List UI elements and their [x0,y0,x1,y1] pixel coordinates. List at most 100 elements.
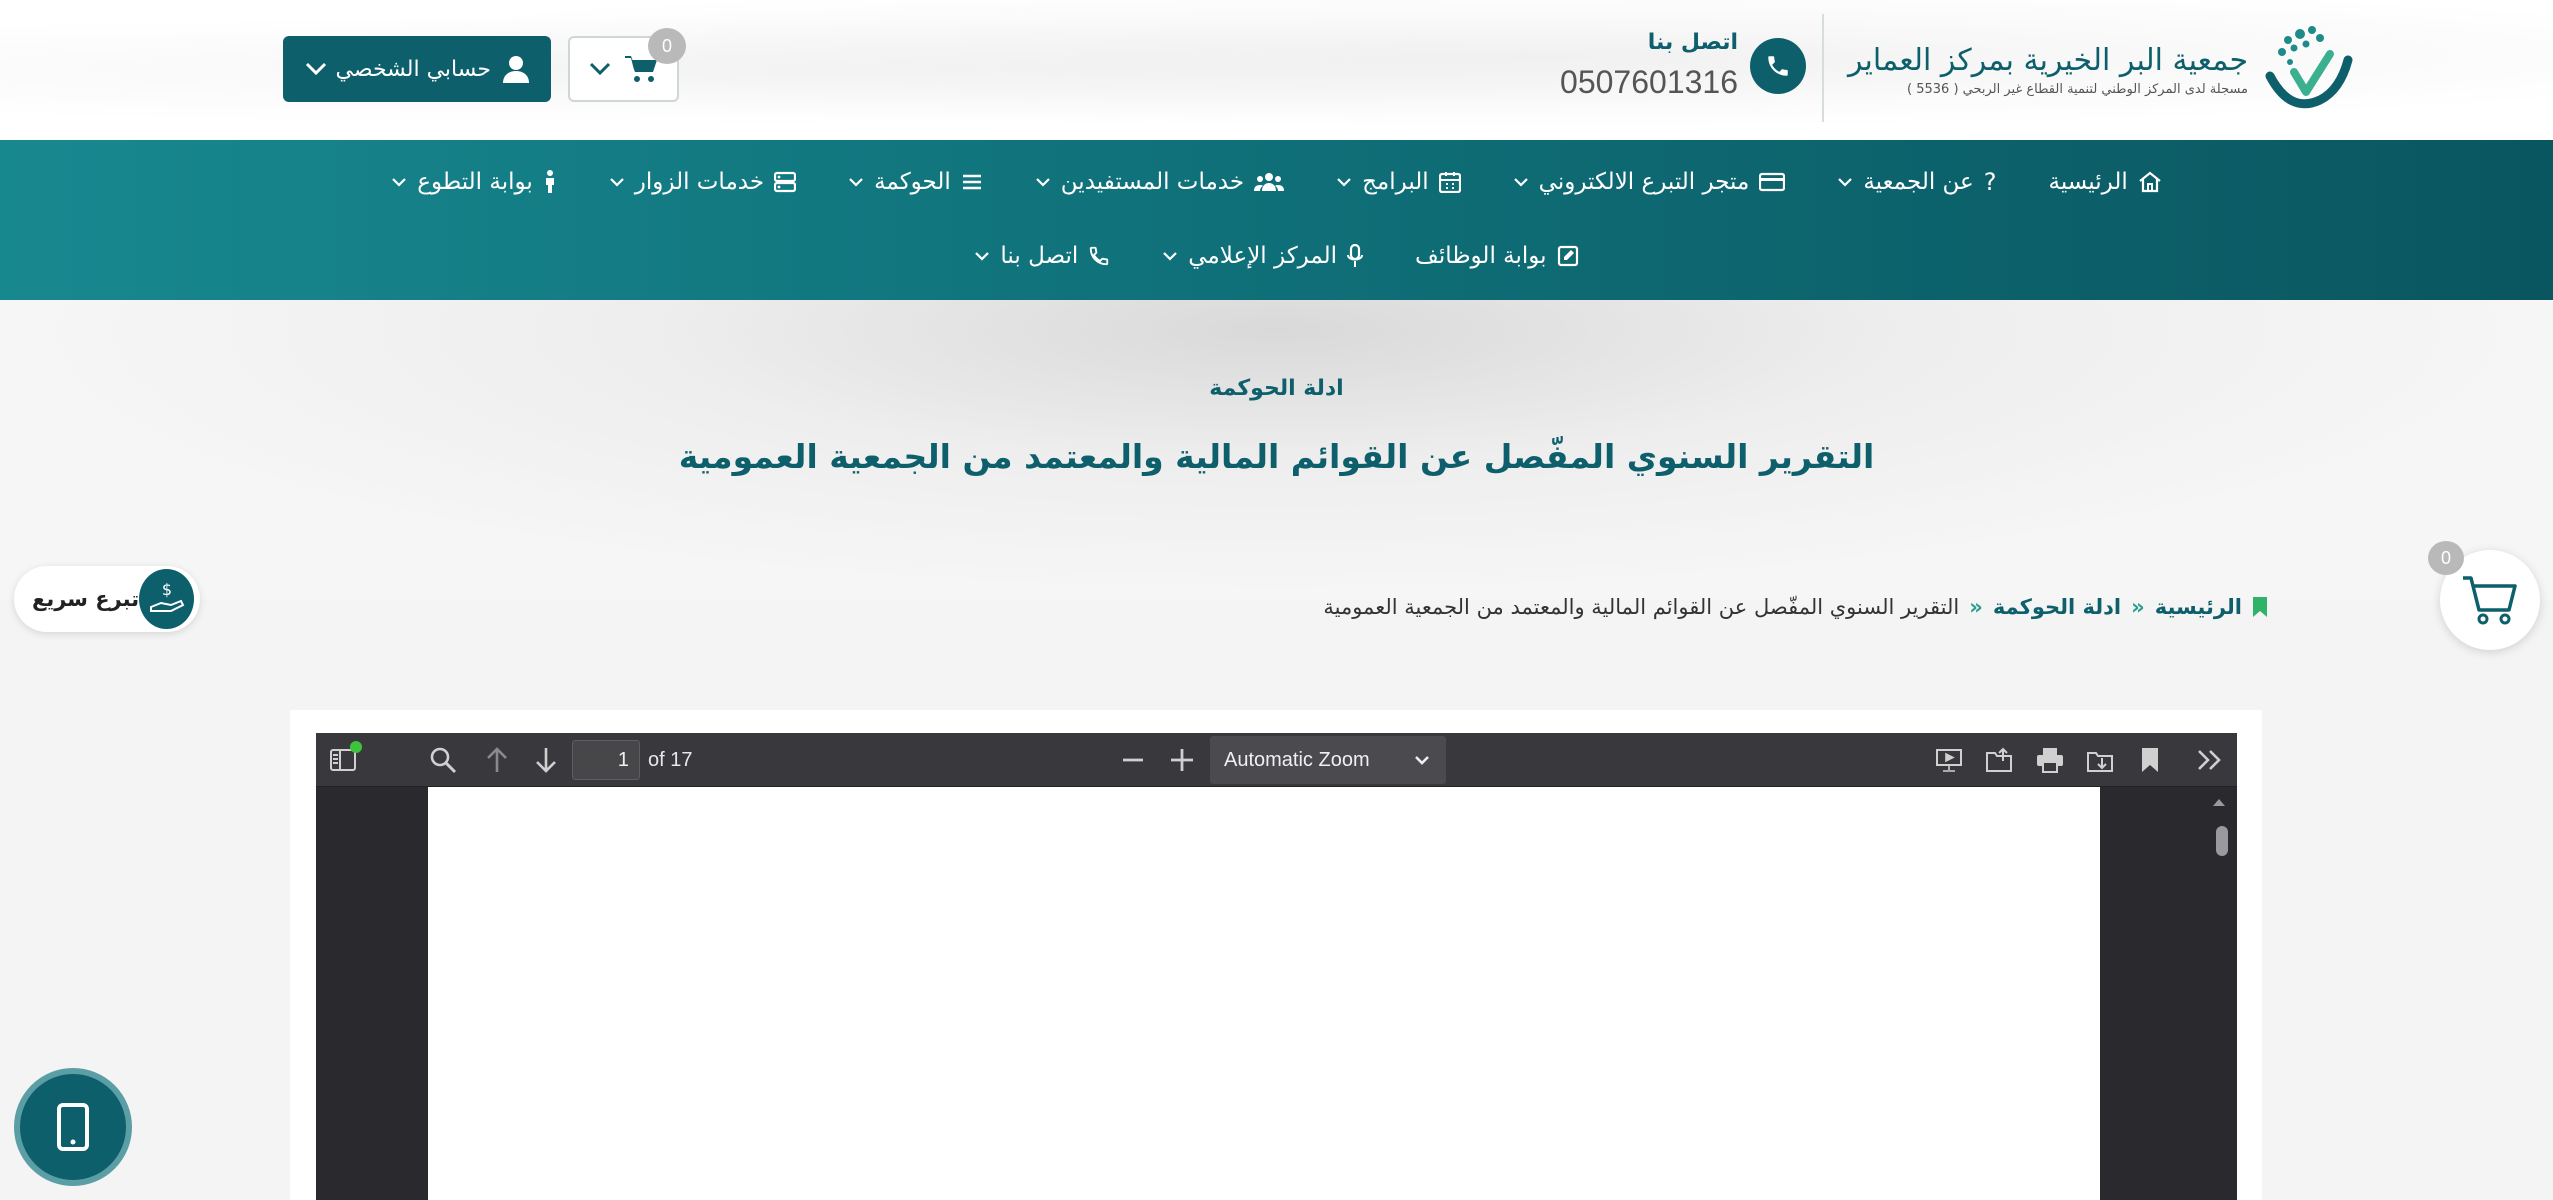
download-icon[interactable] [2085,745,2115,775]
nav-label: خدمات المستفيدين [1060,169,1245,195]
nav-label: الرئيسية [2048,169,2128,195]
zoom-out-icon[interactable] [1118,745,1148,775]
user-icon [503,56,529,83]
nav-label: متجر التبرع الالكتروني [1538,169,1750,195]
next-page-icon[interactable] [531,745,561,775]
breadcrumb-section[interactable]: ادلة الحوكمة [1993,595,2121,619]
logo-subtitle: مسجلة لدى المركز الوطني لتنمية القطاع غي… [1907,81,2249,97]
site-logo[interactable]: جمعية البر الخيرية بمركز العماير مسجلة ل… [1848,18,2353,120]
chevron-down-icon [589,62,610,76]
chevron-down-icon [305,62,327,76]
page-total: of 17 [648,749,693,771]
nav-item-beneficiary-services[interactable]: خدمات المستفيدين [1035,169,1285,195]
header-divider [1822,14,1824,122]
page-number-input[interactable]: 1 [572,740,640,780]
chevron-down-icon [1513,178,1528,187]
quick-donate-label: تبرع سريع [32,587,140,611]
nav-item-about[interactable]: ? عن الجمعية [1837,168,1997,196]
pdf-scrollbar[interactable] [2210,795,2228,1200]
chevron-down-icon [849,178,863,187]
quick-donate-button[interactable]: تبرع سريع $ [14,566,200,632]
zoom-select-value: Automatic Zoom [1224,748,1370,771]
bookmark-icon[interactable] [2135,745,2165,775]
tools-menu-icon[interactable] [2195,745,2225,775]
nav-label: البرامج [1362,169,1429,195]
print-icon[interactable] [2035,745,2065,775]
svg-text:$: $ [161,580,171,599]
home-icon [2139,171,2161,193]
calendar-icon [1438,172,1461,193]
nav-item-donation-store[interactable]: متجر التبرع الالكتروني [1513,169,1786,195]
edit-icon [1557,245,1578,267]
contact-label: اتصل بنا [1647,30,1738,55]
mic-icon [1347,244,1364,267]
pdf-page[interactable] [428,787,2100,1200]
nav-label: عن الجمعية [1863,169,1974,195]
nav-item-contact[interactable]: اتصل بنا [974,243,1110,269]
question-icon: ? [1983,168,1997,196]
server-icon [774,171,797,193]
pdf-scrollbar-thumb[interactable] [2216,826,2228,856]
users-icon [1254,173,1285,191]
nav-item-media-center[interactable]: المركز الإعلامي [1162,243,1364,269]
donate-hand-icon: $ [139,569,194,629]
scroll-up-arrow-icon [2213,799,2225,806]
list-icon [962,174,981,190]
breadcrumb: الرئيسية » ادلة الحوكمة » التقرير السنوي… [1300,590,2268,624]
nav-label: بوابة التطوع [417,169,533,195]
phone-icon [1750,38,1806,94]
page-title: التقرير السنوي المفّصل عن القوائم المالي… [678,437,1875,476]
nav-item-programs[interactable]: البرامج [1336,169,1461,195]
phone-icon [1090,246,1109,266]
bookmark-icon [2253,597,2267,617]
nav-item-jobs-portal[interactable]: بوابة الوظائف [1415,243,1579,269]
main-navigation: الرئيسية ? عن الجمعية متجر التبرع الالكت… [0,140,2553,300]
previous-page-icon[interactable] [482,745,512,775]
chevron-down-icon [1838,178,1853,187]
zoom-select[interactable]: Automatic Zoom [1210,736,1446,784]
site-header: جمعية البر الخيرية بمركز العماير مسجلة ل… [0,0,2553,140]
nav-item-governance[interactable]: الحوكمة [848,169,983,195]
contact-phone-number[interactable]: 0507601316 [1560,64,1738,101]
account-button[interactable]: حسابي الشخصي [283,36,551,102]
chevron-down-icon [610,178,624,187]
chevron-down-icon [1163,252,1178,261]
nav-label: اتصل بنا [1000,243,1079,269]
breadcrumb-current: التقرير السنوي المفّصل عن القوائم المالي… [1323,595,1960,619]
hero-subtitle: ادلة الحوكمة [1209,376,1344,401]
breadcrumb-home[interactable]: الرئيسية [2155,595,2242,619]
contact-block[interactable]: اتصل بنا 0507601316 [1555,30,1810,105]
nav-item-volunteer-portal[interactable]: بوابة التطوع [391,169,557,195]
logo-text: جمعية البر الخيرية بمركز العماير مسجلة ل… [1848,42,2248,97]
zoom-in-icon[interactable] [1167,745,1197,775]
presentation-mode-icon[interactable] [1934,745,1964,775]
mobile-phone-icon [57,1103,89,1151]
nav-label: المركز الإعلامي [1188,243,1338,269]
search-icon[interactable] [428,745,458,775]
nav-row-2: بوابة الوظائف المركز الإعلامي اتصل بنا [0,226,2553,286]
cart-icon [2463,576,2517,625]
open-file-icon[interactable] [1984,745,2014,775]
logo-title: جمعية البر الخيرية بمركز العماير [1848,42,2249,78]
nav-label: بوابة الوظائف [1415,243,1547,269]
nav-item-home[interactable]: الرئيسية [2049,169,2162,195]
nav-item-visitor-services[interactable]: خدمات الزوار [609,169,797,195]
chevron-down-icon [1415,756,1429,765]
chevron-down-icon [975,252,990,261]
header-cart-count-badge: 0 [648,28,686,64]
breadcrumb-separator: » [2131,595,2145,619]
person-icon [545,170,554,193]
nav-label: الحوكمة [874,169,951,195]
nav-label: خدمات الزوار [634,169,765,195]
logo-emblem-icon [2260,20,2354,118]
account-label: حسابي الشخصي [335,56,491,82]
nav-row-1: الرئيسية ? عن الجمعية متجر التبرع الالكت… [0,152,2553,212]
chevron-down-icon [392,178,407,187]
chevron-down-icon [1036,178,1050,187]
floating-cart-count-badge: 0 [2428,541,2464,575]
breadcrumb-separator: » [1969,595,1983,619]
mobile-app-button[interactable] [14,1068,132,1186]
card-icon [1759,172,1786,192]
notification-dot [350,741,362,753]
chevron-down-icon [1337,178,1351,187]
